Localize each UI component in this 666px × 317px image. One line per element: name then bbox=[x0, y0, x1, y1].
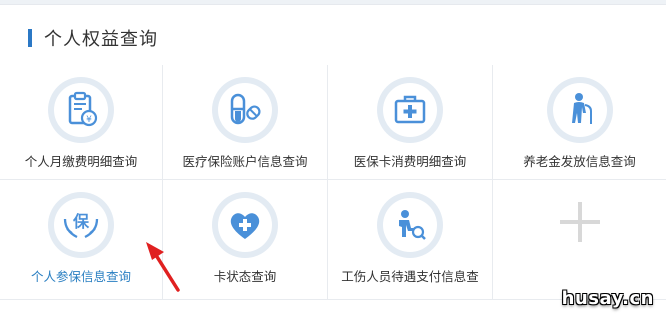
icon-ring bbox=[546, 77, 613, 143]
watermark-text: husay.cn bbox=[561, 288, 654, 309]
injured-worker-icon bbox=[399, 210, 426, 240]
heart-cross-icon bbox=[230, 213, 260, 239]
add-plus-icon[interactable] bbox=[559, 202, 600, 242]
tile-medical-account[interactable]: 医疗保险账户信息查询 bbox=[163, 65, 328, 179]
tile-pension[interactable]: 养老金发放信息查询 bbox=[493, 65, 666, 179]
icon-ring: ¥ bbox=[48, 77, 114, 143]
elderly-pension-icon bbox=[571, 93, 592, 124]
section-header: 个人权益查询 bbox=[28, 27, 158, 50]
icon-ring bbox=[377, 192, 443, 258]
insurance-hands-icon: 保 bbox=[63, 212, 99, 239]
icon-ring bbox=[377, 77, 443, 143]
svg-text:¥: ¥ bbox=[86, 115, 92, 125]
monthly-payment-icon: ¥ bbox=[68, 91, 98, 127]
grid-row: 保 个人参保信息查询 卡状态查询 工伤人员待遇支付信息查 bbox=[0, 180, 666, 300]
personal-rights-panel: 个人权益查询 ¥ 个人月缴费明细查询 医疗保险账户信息查询 医保卡消费明细查询 … bbox=[0, 4, 666, 317]
medical-insurance-icon bbox=[230, 93, 261, 125]
tile-injury-benefits[interactable]: 工伤人员待遇支付信息查 bbox=[328, 180, 493, 299]
icon-ring bbox=[212, 192, 278, 258]
grid-row: ¥ 个人月缴费明细查询 医疗保险账户信息查询 医保卡消费明细查询 养老金发放信息… bbox=[0, 65, 666, 180]
section-title: 个人权益查询 bbox=[44, 29, 158, 50]
icon-ring: 保 bbox=[48, 192, 114, 258]
tile-label: 个人参保信息查询 bbox=[30, 269, 131, 284]
tile-label: 医保卡消费明细查询 bbox=[353, 154, 467, 169]
red-arrow-annotation bbox=[146, 242, 180, 292]
medical-kit-icon bbox=[394, 95, 426, 124]
tile-label: 个人月缴费明细查询 bbox=[24, 154, 138, 169]
tile-personal-insurance[interactable]: 保 个人参保信息查询 bbox=[0, 180, 163, 299]
svg-text:保: 保 bbox=[72, 212, 90, 231]
tile-label: 工伤人员待遇支付信息查 bbox=[341, 269, 479, 284]
tile-monthly-payment[interactable]: ¥ 个人月缴费明细查询 bbox=[0, 65, 163, 179]
title-accent-bar bbox=[28, 29, 32, 47]
icon-ring bbox=[212, 77, 278, 143]
tile-label: 养老金发放信息查询 bbox=[523, 154, 636, 169]
tile-card-consumption[interactable]: 医保卡消费明细查询 bbox=[328, 65, 493, 179]
tile-add[interactable] bbox=[493, 180, 666, 299]
tile-label: 医疗保险账户信息查询 bbox=[182, 154, 308, 169]
